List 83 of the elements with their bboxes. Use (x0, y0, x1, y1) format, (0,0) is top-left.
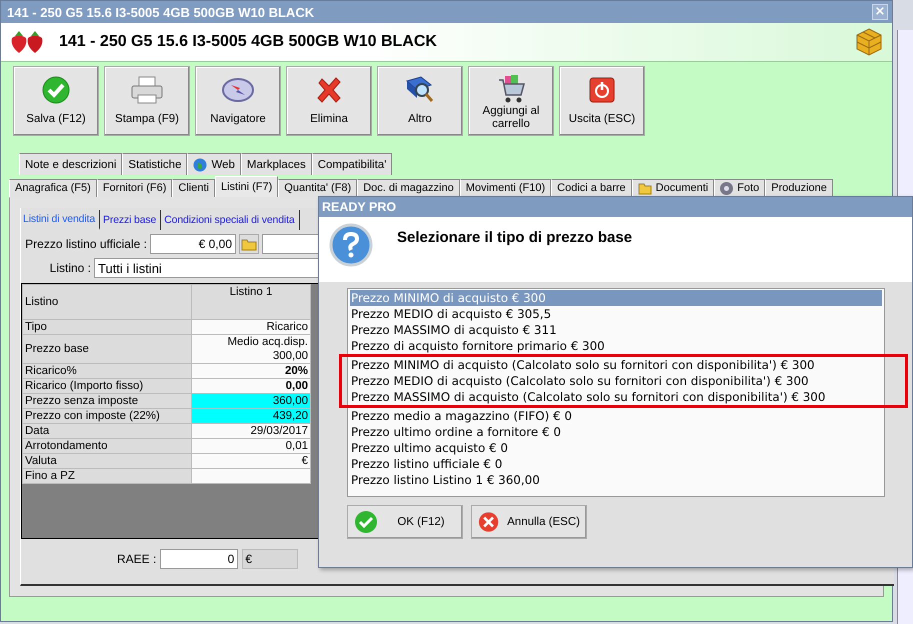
field-label: Listino : (48, 261, 91, 275)
list-item[interactable]: Prezzo medio a magazzino (FIFO) € 0 (350, 408, 882, 424)
subtab[interactable]: Listini di vendita (23, 210, 100, 230)
tab[interactable]: Markplaces (240, 153, 312, 175)
toolbar-button[interactable]: Aggiungi al carrello (468, 66, 554, 136)
folder-button[interactable] (239, 234, 259, 254)
toolbar-button[interactable]: Uscita (ESC) (559, 66, 645, 136)
product-title: 141 - 250 G5 15.6 I3-5005 4GB 500GB W10 BLACK (59, 33, 438, 51)
tab[interactable]: Compatibilita' (312, 153, 392, 175)
window-title: 141 - 250 G5 15.6 I3-5005 4GB 500GB W10 BLACK (7, 4, 314, 20)
tab[interactable]: Listini (F7) (214, 176, 278, 197)
checkmark-icon (41, 75, 71, 105)
toolbar-button[interactable]: Navigatore (195, 66, 281, 136)
list-item[interactable]: Prezzo MINIMO di acquisto (Calcolato solo su fornitori con disponibilita') € 300 (350, 357, 882, 373)
list-item[interactable]: Prezzo MASSIMO di acquisto € 311 (350, 322, 882, 338)
tab[interactable]: Movimenti (F10) (460, 179, 552, 197)
subtab[interactable]: Condizioni speciali di vendita (164, 210, 300, 230)
list-item[interactable]: Prezzo di acquisto fornitore primario € 300 (350, 338, 882, 354)
book-magnifier-icon (404, 75, 436, 105)
price-field[interactable]: € 0,00 (150, 234, 236, 254)
list-item[interactable]: Prezzo ultimo ordine a fornitore € 0 (350, 424, 882, 440)
field-label: RAEE : (117, 552, 156, 566)
toolbar-button[interactable]: Altro (377, 66, 463, 136)
price-type-list[interactable] (347, 288, 885, 497)
table-cell: Ricarico (192, 320, 310, 334)
question-icon (329, 223, 373, 267)
list-item[interactable]: Prezzo MEDIO di acquisto (Calcolato solo su fornitori con disponibilita') € 300 (350, 373, 882, 389)
tab[interactable]: Clienti (172, 179, 215, 197)
boxes-icon (854, 27, 884, 57)
cancel-button[interactable]: Annulla (ESC) (471, 505, 587, 539)
list-item[interactable]: Prezzo ultimo acquisto € 0 (350, 440, 882, 456)
subtab[interactable]: Prezzi base (103, 210, 162, 230)
table-cell: Ricarico (Importo fisso) (22, 378, 192, 394)
table-cell: Tipo (22, 320, 192, 334)
tab[interactable]: Produzione (765, 179, 833, 197)
dialog-message: Selezionare il tipo di prezzo base (397, 229, 632, 246)
table-cell: 439,20 (192, 408, 310, 424)
table-cell: Prezzo senza imposte (22, 394, 192, 408)
checkmark-icon (354, 510, 378, 534)
list-item[interactable]: Prezzo MEDIO di acquisto € 305,5 (350, 306, 882, 322)
table-cell: Valuta (22, 454, 192, 468)
toolbar-button[interactable]: Salva (F12) (13, 66, 99, 136)
list-item[interactable]: Prezzo listino ufficiale € 0 (350, 456, 882, 472)
table-cell: Medio acq.disp. 300,00 (192, 334, 310, 364)
tab[interactable]: Documenti (632, 179, 714, 197)
cross-icon (478, 510, 500, 534)
table-cell: 29/03/2017 (192, 424, 310, 438)
currency-field: € (242, 549, 298, 569)
table-cell: Arrotondamento (22, 438, 192, 454)
table-cell: Prezzo base (22, 334, 192, 364)
tab[interactable]: Web (187, 153, 241, 175)
table-header: Listino 1 (192, 284, 310, 320)
power-icon (589, 77, 615, 103)
list-item[interactable]: Prezzo MASSIMO di acquisto (Calcolato solo su fornitori con disponibilita') € 300 (350, 389, 882, 405)
tab[interactable]: Anagrafica (F5) (9, 179, 97, 197)
tab[interactable]: Fornitori (F6) (96, 179, 172, 197)
table-cell: 360,00 (192, 394, 310, 408)
table-cell: € (192, 454, 310, 468)
table-cell: Data (22, 424, 192, 438)
compass-icon (221, 75, 255, 105)
table-cell: Fino a PZ (22, 468, 192, 484)
toolbar-button[interactable]: Stampa (F9) (104, 66, 190, 136)
tab[interactable]: Foto (714, 179, 766, 197)
cart-icon (496, 73, 526, 105)
table-cell: 0,00 (192, 378, 310, 394)
table-cell: Ricarico% (22, 364, 192, 378)
table-cell: 0,01 (192, 438, 310, 454)
tab[interactable]: Quantita' (F8) (278, 179, 358, 197)
list-item[interactable]: Prezzo listino Listino 1 € 360,00 (350, 472, 882, 488)
table-cell: Prezzo con imposte (22%) (22, 408, 192, 424)
dialog-title: READY PRO (322, 200, 396, 214)
globe-icon (193, 158, 208, 172)
table-header: Listino (22, 284, 192, 320)
raee-field[interactable]: 0 (160, 549, 238, 569)
toolbar-button[interactable]: Elimina (286, 66, 372, 136)
ok-button[interactable]: OK (F12) (347, 505, 463, 539)
field-label: Prezzo listino ufficiale : (24, 237, 147, 251)
printer-icon (130, 75, 164, 105)
tab[interactable]: Note e descrizioni (19, 153, 122, 175)
tab[interactable]: Statistiche (122, 153, 188, 175)
tab[interactable]: Doc. di magazzino (357, 179, 460, 197)
tab[interactable]: Codici a barre (551, 179, 632, 197)
table-cell: 20% (192, 364, 310, 378)
